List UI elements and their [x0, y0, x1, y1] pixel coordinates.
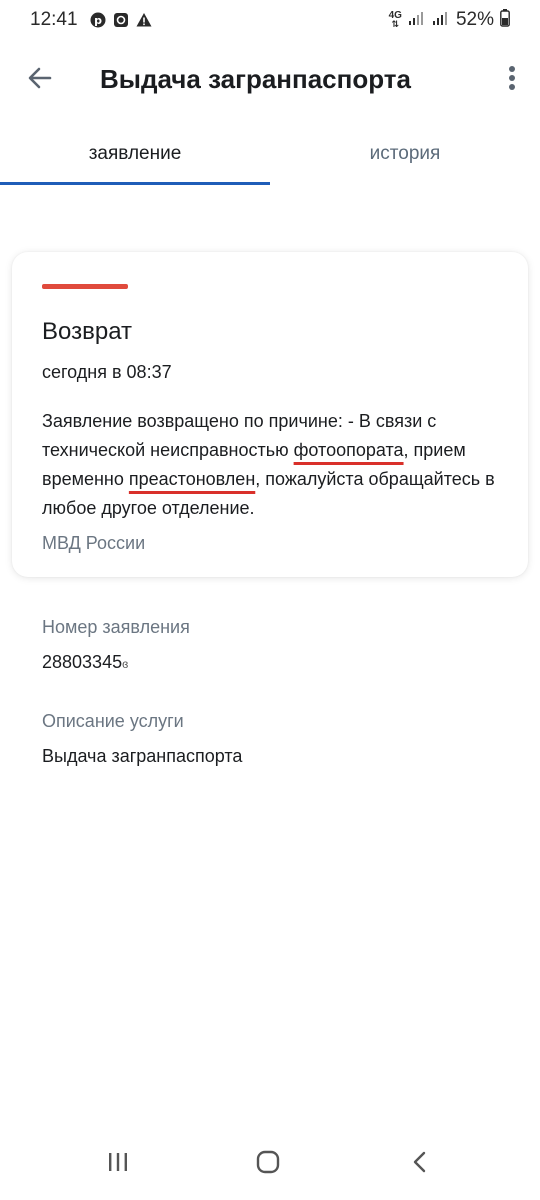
home-button[interactable] [248, 1148, 288, 1180]
more-options-button[interactable] [502, 62, 522, 98]
service-description-label: Описание услуги [42, 711, 184, 731]
recent-apps-icon [106, 1151, 130, 1178]
warning-icon [136, 12, 152, 28]
underlined-word-2: преастоновлен [128, 469, 256, 489]
camera-app-icon [113, 12, 129, 28]
battery-percent: 52% [455, 9, 494, 30]
status-source: МВД России [42, 533, 146, 553]
signal-icon-1 [408, 10, 426, 31]
network-type: 4G ⇅ [388, 10, 402, 29]
notification-icons: p [90, 12, 152, 28]
tab-history-label: история [369, 143, 441, 164]
home-icon [255, 1149, 281, 1180]
system-back-button[interactable] [400, 1148, 440, 1180]
pinterest-icon: p [90, 12, 106, 28]
status-bar: 12:41 p 4G ⇅ 52% [0, 0, 540, 40]
tab-history[interactable]: история [270, 128, 540, 186]
signal-icon-2 [432, 10, 450, 31]
status-title: Возврат [42, 318, 132, 345]
status-time: 12:41 [30, 9, 78, 30]
status-date: сегодня в 08:37 [42, 362, 172, 382]
battery-icon [500, 8, 510, 32]
service-description-value: Выдача загранпаспорта [42, 746, 243, 766]
status-message: Заявление возвращено по причине: - В свя… [42, 411, 495, 518]
more-vertical-icon [508, 65, 516, 96]
tab-application-label: заявление [88, 143, 182, 164]
chevron-left-icon [410, 1150, 430, 1179]
recent-apps-button[interactable] [98, 1148, 138, 1180]
active-tab-indicator [0, 182, 270, 185]
status-right: 4G ⇅ 52% [389, 0, 510, 40]
app-header: Выдача загранпаспорта [0, 48, 540, 112]
application-number-value: 28803345ɞ [42, 652, 129, 672]
application-number-label: Номер заявления [42, 617, 190, 637]
system-nav-bar [0, 1130, 540, 1200]
page-title: Выдача загранпаспорта [100, 64, 411, 94]
status-card: Возврат сегодня в 08:37 Заявление возвра… [12, 252, 528, 577]
underlined-word-1: фотоопората [293, 440, 404, 460]
svg-text:p: p [94, 14, 102, 27]
tab-application[interactable]: заявление [0, 128, 270, 186]
handwritten-scribble-icon: ɞ [122, 657, 129, 671]
status-accent-bar [42, 284, 128, 289]
arrow-left-icon [26, 64, 54, 97]
tab-bar: заявление история [0, 128, 540, 186]
back-button[interactable] [22, 62, 58, 98]
